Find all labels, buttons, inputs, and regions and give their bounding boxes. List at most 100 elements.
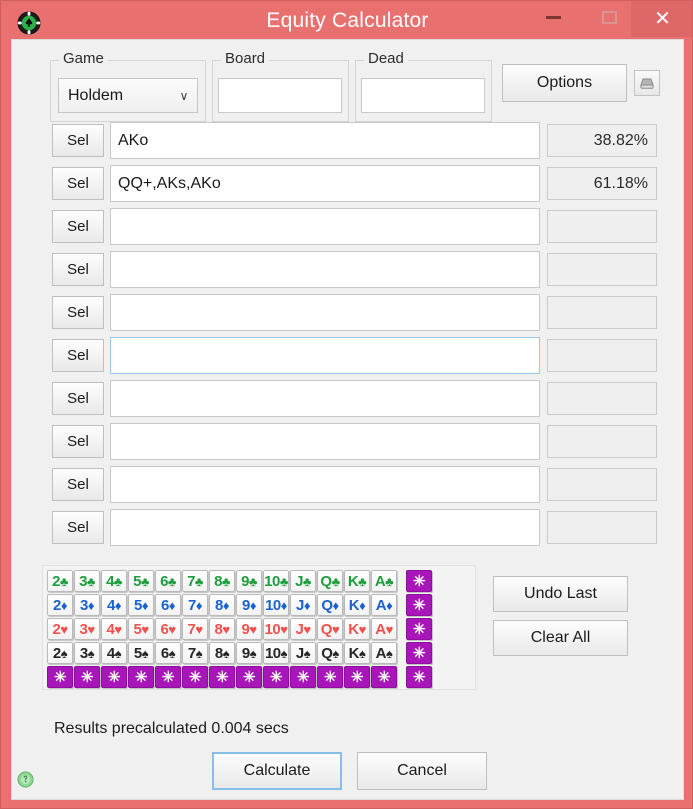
card-4-spades[interactable]: 4 ♠ — [101, 642, 127, 664]
dead-input[interactable] — [361, 78, 485, 113]
card-4-hearts[interactable]: 4 ♥ — [101, 618, 127, 640]
cancel-button[interactable]: Cancel — [357, 752, 487, 790]
card-J-spades[interactable]: J ♠ — [290, 642, 316, 664]
card-4-clubs[interactable]: 4 ♣ — [101, 570, 127, 592]
card-6-clubs[interactable]: 6 ♣ — [155, 570, 181, 592]
undo-last-button[interactable]: Undo Last — [493, 576, 628, 612]
sel-button-5[interactable]: Sel — [52, 296, 104, 329]
card-2-diamonds[interactable]: 2 ♦ — [47, 594, 73, 616]
card-3-diamonds[interactable]: 3 ♦ — [74, 594, 100, 616]
card-Q-hearts[interactable]: Q ♥ — [317, 618, 343, 640]
card-5-diamonds[interactable]: 5 ♦ — [128, 594, 154, 616]
card-J-hearts[interactable]: J ♥ — [290, 618, 316, 640]
wildcard-rank-5-icon[interactable]: ✳ — [128, 666, 154, 688]
card-A-hearts[interactable]: A ♥ — [371, 618, 397, 640]
range-input-6[interactable] — [110, 337, 540, 374]
board-input[interactable] — [218, 78, 342, 113]
card-J-clubs[interactable]: J ♣ — [290, 570, 316, 592]
card-8-hearts[interactable]: 8 ♥ — [209, 618, 235, 640]
card-6-diamonds[interactable]: 6 ♦ — [155, 594, 181, 616]
range-input-7[interactable] — [110, 380, 540, 417]
card-10-clubs[interactable]: 10 ♣ — [263, 570, 289, 592]
wildcard-rank-9-icon[interactable]: ✳ — [236, 666, 262, 688]
card-8-diamonds[interactable]: 8 ♦ — [209, 594, 235, 616]
maximize-button[interactable] — [587, 1, 631, 33]
sel-button-1[interactable]: Sel — [52, 124, 104, 157]
card-6-spades[interactable]: 6 ♠ — [155, 642, 181, 664]
sel-button-3[interactable]: Sel — [52, 210, 104, 243]
card-3-clubs[interactable]: 3 ♣ — [74, 570, 100, 592]
sel-button-6[interactable]: Sel — [52, 339, 104, 372]
card-5-hearts[interactable]: 5 ♥ — [128, 618, 154, 640]
sel-button-4[interactable]: Sel — [52, 253, 104, 286]
card-2-spades[interactable]: 2 ♠ — [47, 642, 73, 664]
wildcard-rank-6-icon[interactable]: ✳ — [155, 666, 181, 688]
wildcard-any-icon[interactable]: ✳ — [406, 666, 432, 688]
wildcard-rank-A-icon[interactable]: ✳ — [371, 666, 397, 688]
sel-button-2[interactable]: Sel — [52, 167, 104, 200]
card-9-spades[interactable]: 9 ♠ — [236, 642, 262, 664]
card-5-spades[interactable]: 5 ♠ — [128, 642, 154, 664]
wildcard-diamonds-icon[interactable]: ✳ — [406, 594, 432, 616]
sel-button-8[interactable]: Sel — [52, 425, 104, 458]
card-Q-clubs[interactable]: Q ♣ — [317, 570, 343, 592]
card-2-clubs[interactable]: 2 ♣ — [47, 570, 73, 592]
card-10-hearts[interactable]: 10 ♥ — [263, 618, 289, 640]
range-input-4[interactable] — [110, 251, 540, 288]
options-button[interactable]: Options — [502, 64, 627, 102]
card-J-diamonds[interactable]: J ♦ — [290, 594, 316, 616]
range-input-2[interactable]: QQ+,AKs,AKo — [110, 165, 540, 202]
wildcard-rank-J-icon[interactable]: ✳ — [290, 666, 316, 688]
wildcard-hearts-icon[interactable]: ✳ — [406, 618, 432, 640]
green-help-icon[interactable] — [17, 771, 34, 788]
card-7-hearts[interactable]: 7 ♥ — [182, 618, 208, 640]
card-5-clubs[interactable]: 5 ♣ — [128, 570, 154, 592]
card-9-clubs[interactable]: 9 ♣ — [236, 570, 262, 592]
range-input-1[interactable]: AKo — [110, 122, 540, 159]
wildcard-rank-2-icon[interactable]: ✳ — [47, 666, 73, 688]
card-K-hearts[interactable]: K ♥ — [344, 618, 370, 640]
card-9-hearts[interactable]: 9 ♥ — [236, 618, 262, 640]
range-input-8[interactable] — [110, 423, 540, 460]
card-K-clubs[interactable]: K ♣ — [344, 570, 370, 592]
card-A-spades[interactable]: A ♠ — [371, 642, 397, 664]
card-Q-spades[interactable]: Q ♠ — [317, 642, 343, 664]
card-8-spades[interactable]: 8 ♠ — [209, 642, 235, 664]
wildcard-rank-8-icon[interactable]: ✳ — [209, 666, 235, 688]
wildcard-rank-7-icon[interactable]: ✳ — [182, 666, 208, 688]
card-6-hearts[interactable]: 6 ♥ — [155, 618, 181, 640]
card-8-clubs[interactable]: 8 ♣ — [209, 570, 235, 592]
game-select[interactable]: Holdem ∨ — [58, 78, 198, 113]
card-9-diamonds[interactable]: 9 ♦ — [236, 594, 262, 616]
minimize-button[interactable] — [531, 1, 575, 33]
range-input-5[interactable] — [110, 294, 540, 331]
card-10-diamonds[interactable]: 10 ♦ — [263, 594, 289, 616]
wildcard-clubs-icon[interactable]: ✳ — [406, 570, 432, 592]
clear-all-button[interactable]: Clear All — [493, 620, 628, 656]
wildcard-rank-3-icon[interactable]: ✳ — [74, 666, 100, 688]
sel-button-7[interactable]: Sel — [52, 382, 104, 415]
sel-button-9[interactable]: Sel — [52, 468, 104, 501]
sel-button-10[interactable]: Sel — [52, 511, 104, 544]
card-A-clubs[interactable]: A ♣ — [371, 570, 397, 592]
wildcard-rank-K-icon[interactable]: ✳ — [344, 666, 370, 688]
wildcard-rank-4-icon[interactable]: ✳ — [101, 666, 127, 688]
card-4-diamonds[interactable]: 4 ♦ — [101, 594, 127, 616]
card-7-diamonds[interactable]: 7 ♦ — [182, 594, 208, 616]
wildcard-rank-10-icon[interactable]: ✳ — [263, 666, 289, 688]
card-10-spades[interactable]: 10 ♠ — [263, 642, 289, 664]
close-button[interactable]: ✕ — [631, 1, 692, 37]
card-Q-diamonds[interactable]: Q ♦ — [317, 594, 343, 616]
card-7-clubs[interactable]: 7 ♣ — [182, 570, 208, 592]
wildcard-spades-icon[interactable]: ✳ — [406, 642, 432, 664]
card-K-spades[interactable]: K ♠ — [344, 642, 370, 664]
range-input-10[interactable] — [110, 509, 540, 546]
range-input-3[interactable] — [110, 208, 540, 245]
card-3-hearts[interactable]: 3 ♥ — [74, 618, 100, 640]
card-3-spades[interactable]: 3 ♠ — [74, 642, 100, 664]
wildcard-rank-Q-icon[interactable]: ✳ — [317, 666, 343, 688]
card-7-spades[interactable]: 7 ♠ — [182, 642, 208, 664]
calculate-button[interactable]: Calculate — [212, 752, 342, 790]
range-input-9[interactable] — [110, 466, 540, 503]
card-2-hearts[interactable]: 2 ♥ — [47, 618, 73, 640]
